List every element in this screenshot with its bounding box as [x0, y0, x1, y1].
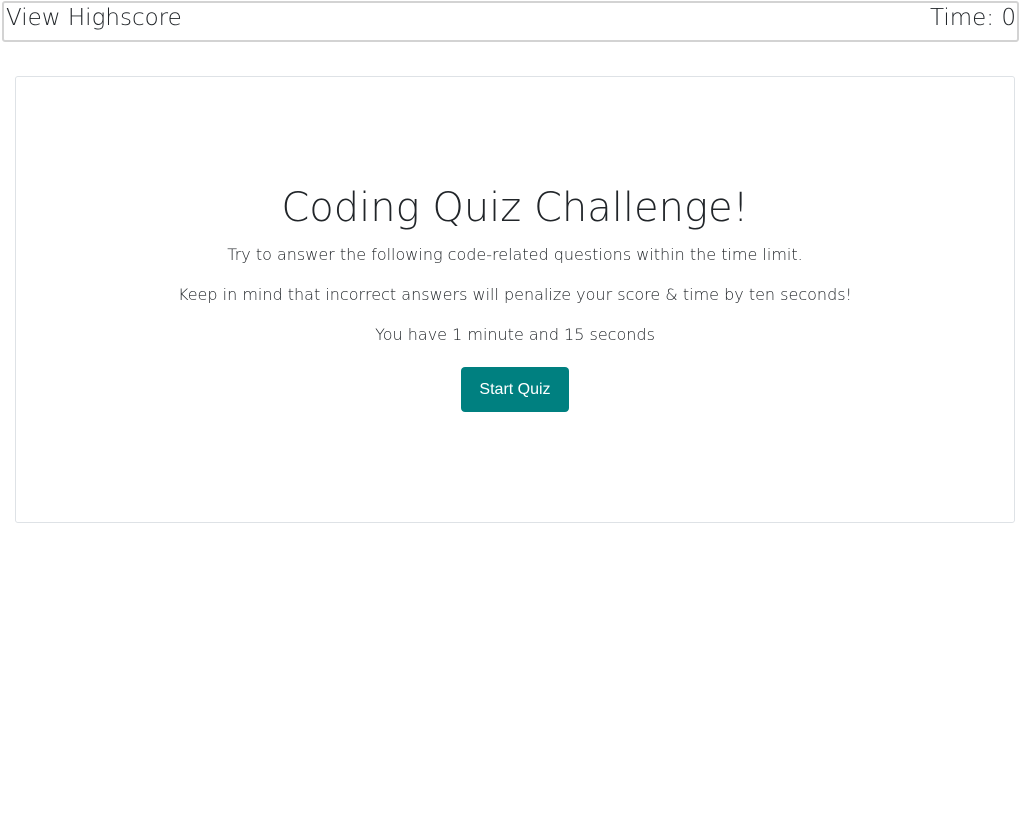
- timer-value: 0: [1001, 5, 1016, 31]
- page-title: Coding Quiz Challenge!: [281, 185, 749, 231]
- time-limit-text: You have 1 minute and 15 seconds: [375, 325, 655, 344]
- quiz-intro-card: Coding Quiz Challenge! Try to answer the…: [15, 76, 1015, 523]
- view-highscore-link[interactable]: View Highscore: [4, 7, 182, 30]
- instructions-text: Try to answer the following code-related…: [227, 245, 803, 264]
- timer: Time: 0: [930, 7, 1017, 30]
- penalty-text: Keep in mind that incorrect answers will…: [178, 285, 852, 304]
- top-bar: View Highscore Time: 0: [2, 1, 1019, 42]
- start-quiz-button[interactable]: Start Quiz: [461, 367, 569, 412]
- timer-label: Time:: [930, 5, 995, 31]
